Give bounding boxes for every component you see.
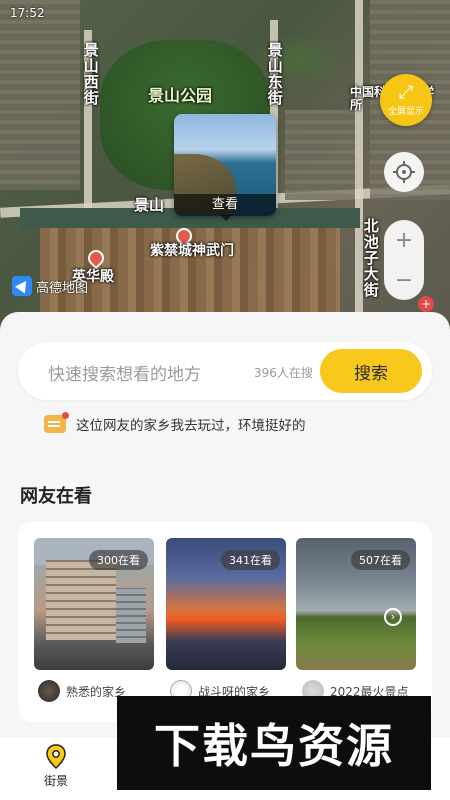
city-block: [285, 110, 355, 200]
chevron-right-icon[interactable]: ›: [384, 608, 402, 626]
view-count-badge: 507在看: [351, 550, 410, 570]
amap-logo-icon: [12, 276, 32, 296]
search-count: 396人在搜: [254, 366, 313, 380]
tip-text: 这位网友的家乡我去玩过，环境挺好的: [76, 418, 306, 434]
trending-card[interactable]: 507在看 ›: [296, 538, 416, 670]
map-label: 北池子大街: [361, 218, 380, 298]
trending-panel: 300在看 341在看 507在看 › 熟悉的家乡 战斗呀的家乡 2022最火景…: [18, 522, 432, 722]
zoom-out-button[interactable]: −: [384, 260, 424, 300]
map-label: 景山西街: [81, 42, 100, 106]
search-input[interactable]: 快速搜索想看的地方: [48, 360, 201, 385]
preview-caption: 查看: [174, 194, 276, 216]
map-logo-text: 高德地图: [36, 280, 89, 296]
card-image: [46, 560, 116, 640]
map-label: 景山公园: [148, 86, 213, 105]
search-bar[interactable]: 快速搜索想看的地方 396人在搜 搜索: [18, 342, 432, 400]
trending-card[interactable]: 300在看: [34, 538, 154, 670]
add-icon[interactable]: +: [418, 296, 434, 312]
card-image: [116, 588, 146, 643]
comment-tip[interactable]: 这位网友的家乡我去玩过，环境挺好的: [44, 412, 306, 434]
map-label: 景山东街: [265, 42, 284, 106]
fullscreen-label: 全屏显示: [387, 106, 424, 117]
streetview-preview[interactable]: 查看: [174, 114, 276, 216]
preview-pointer: [220, 215, 232, 221]
expand-icon: ⤢: [398, 81, 414, 103]
zoom-control: + −: [384, 220, 424, 300]
zoom-in-button[interactable]: +: [384, 220, 424, 260]
section-title: 网友在看: [20, 486, 92, 507]
map-logo: 高德地图: [12, 276, 88, 296]
chat-bubble-icon: [44, 412, 69, 433]
map-label: 紫禁城神武门: [150, 243, 234, 259]
avatar: [38, 680, 60, 702]
fullscreen-button[interactable]: ⤢ 全屏显示: [380, 74, 432, 126]
map-label: 景山: [134, 196, 165, 214]
view-count-badge: 300在看: [89, 550, 148, 570]
trending-card[interactable]: 341在看: [166, 538, 286, 670]
locate-button[interactable]: [384, 152, 424, 192]
satellite-map[interactable]: 17:52 景山西街 景山东街 景山公园 景山 紫禁城神武门 英华殿 北池子大街…: [0, 0, 450, 330]
search-button[interactable]: 搜索: [320, 349, 422, 393]
status-time: 17:52: [10, 6, 45, 20]
nav-label: 街景: [43, 774, 68, 788]
watermark: 下载鸟资源: [117, 696, 431, 790]
crosshair-icon: [393, 161, 415, 183]
city-block: [0, 0, 80, 190]
nav-item-streetview[interactable]: 街景: [26, 744, 86, 789]
view-count-badge: 341在看: [221, 550, 280, 570]
location-pin-icon: [46, 744, 66, 770]
